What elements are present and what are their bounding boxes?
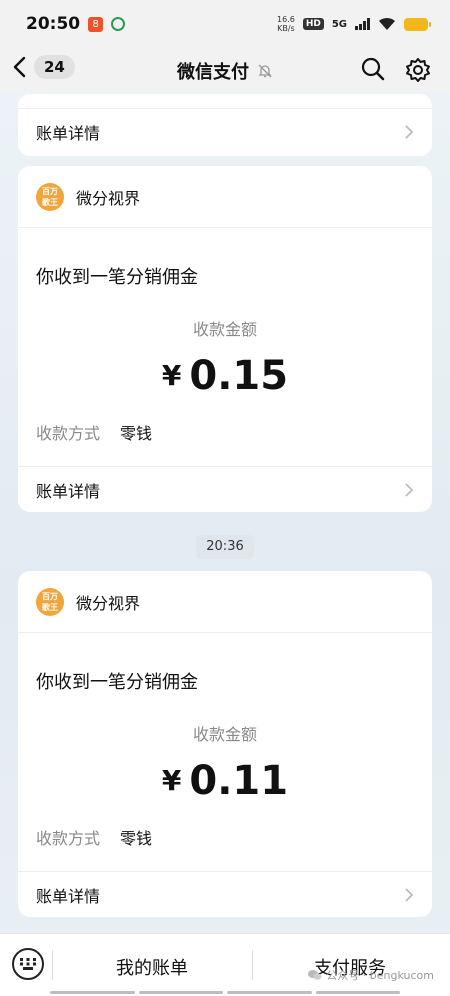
payment-method: 收款方式 零钱 [36, 424, 153, 443]
keyboard-toggle-button[interactable] [12, 948, 44, 980]
card-header[interactable]: 百万 歌王 微分视界 [18, 166, 432, 228]
wifi-icon [379, 17, 395, 30]
bottom-menu-bar: 我的账单 支付服务 公众号 · bengkucom [0, 933, 450, 996]
payment-card: 百万 歌王 微分视界 你收到一笔分销佣金 收款金额 ¥0.11 收款方式 零钱 账… [18, 571, 432, 917]
wechat-icon [308, 970, 322, 980]
status-bar: 20:50 8 16.6 KB/s HD 5G [0, 0, 450, 48]
bill-detail-label: 账单详情 [36, 481, 101, 501]
search-icon[interactable] [360, 56, 386, 82]
chevron-right-icon [405, 887, 414, 902]
watermark: 公众号 · bengkucom [308, 967, 434, 983]
divider [252, 950, 253, 980]
status-time: 20:50 [26, 14, 81, 34]
message-title: 你收到一笔分销佣金 [36, 267, 198, 288]
bill-detail-row[interactable]: 账单详情 [18, 871, 432, 917]
app-notification-icon: 8 [88, 16, 104, 32]
chevron-right-icon [405, 124, 414, 139]
my-bills-tab[interactable]: 我的账单 [116, 954, 188, 980]
network-speed: 16.6 KB/s [277, 15, 295, 33]
home-indicator [50, 991, 400, 994]
merchant-name: 微分视界 [76, 188, 141, 208]
bill-detail-row[interactable]: 账单详情 [18, 108, 432, 154]
bill-detail-row[interactable]: 账单详情 [18, 466, 432, 512]
merchant-name: 微分视界 [76, 593, 141, 613]
merchant-logo: 百万 歌王 [36, 587, 64, 616]
mute-bell-icon [258, 64, 272, 78]
amount-value: ¥0.11 [161, 758, 289, 804]
bill-detail-label: 账单详情 [36, 123, 101, 143]
battery-icon [404, 17, 431, 31]
divider [52, 950, 53, 980]
payment-card: 百万 歌王 微分视界 你收到一笔分销佣金 收款金额 ¥0.15 收款方式 零钱 账… [18, 166, 432, 512]
message-timestamp: 20:36 [196, 535, 254, 559]
nav-bar: 24 微信支付 [0, 48, 450, 92]
keyboard-icon [20, 958, 36, 970]
page-title: 微信支付 [177, 62, 249, 83]
bill-detail-label: 账单详情 [36, 886, 101, 906]
settings-gear-icon[interactable] [404, 56, 432, 84]
amount-label: 收款金额 [192, 320, 257, 339]
message-title: 你收到一笔分销佣金 [36, 672, 198, 693]
payment-card-partial: 账单详情 [18, 94, 432, 156]
payment-method: 收款方式 零钱 [36, 829, 153, 848]
amount-value: ¥0.15 [161, 353, 289, 399]
network-type: 5G [331, 18, 347, 30]
merchant-logo: 百万 歌王 [36, 182, 64, 211]
card-header[interactable]: 百万 歌王 微分视界 [18, 571, 432, 633]
chevron-right-icon [405, 482, 414, 497]
amount-label: 收款金额 [192, 725, 257, 744]
hd-icon: HD [302, 18, 324, 30]
signal-icon [355, 18, 370, 30]
recycle-notification-icon [111, 17, 126, 31]
